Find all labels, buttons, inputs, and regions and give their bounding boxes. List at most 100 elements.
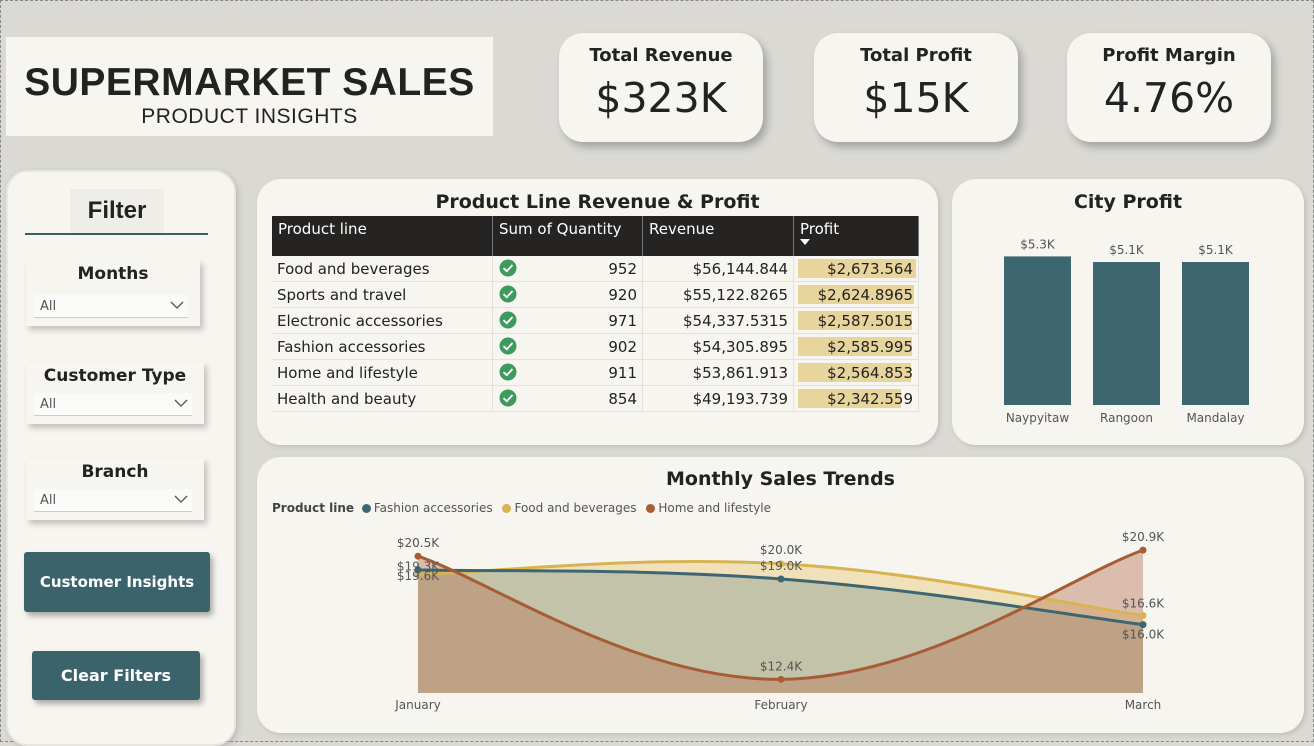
cell-profit: $2,585.995 xyxy=(793,333,919,360)
slicer-label: Branch xyxy=(81,462,149,482)
table-row[interactable]: Sports and travel 920 $55,122.8265 $2,624.8… xyxy=(272,281,919,308)
data-label: $5.3K xyxy=(1020,237,1056,251)
data-label: $5.1K xyxy=(1109,243,1145,257)
category-label: Naypyitaw xyxy=(1006,411,1070,425)
data-point xyxy=(777,575,785,583)
data-label: $19.3K xyxy=(397,559,440,573)
data-label: $19.0K xyxy=(760,559,803,573)
cell-profit: $2,624.8965 xyxy=(793,281,919,308)
chevron-down-icon xyxy=(170,301,184,309)
slicer-label: Months xyxy=(77,264,149,284)
cell-quantity: 902 xyxy=(492,333,643,360)
table-title: Product Line Revenue & Profit xyxy=(435,191,760,213)
filter-title: Filter xyxy=(87,197,147,224)
quantity-value: 854 xyxy=(608,389,637,408)
kpi-card-total-revenue: Total Revenue $323K xyxy=(559,33,763,142)
profit-value: $2,673.564 xyxy=(827,259,913,278)
data-label: $5.1K xyxy=(1198,243,1234,257)
cell-product: Food and beverages xyxy=(272,256,493,282)
dropdown-value: All xyxy=(40,299,57,314)
dropdown-value: All xyxy=(40,493,57,508)
column-header-product[interactable]: Product line xyxy=(272,216,493,256)
cell-quantity: 952 xyxy=(492,256,643,282)
quantity-value: 971 xyxy=(608,311,637,330)
table-row[interactable]: Fashion accessories 902 $54,305.895 $2,585.… xyxy=(272,333,919,360)
kpi-value: 4.76% xyxy=(1103,74,1235,122)
customer-type-dropdown[interactable]: All xyxy=(34,393,192,416)
monthly-trends-card: Monthly Sales Trends Product line Fashio… xyxy=(257,457,1304,733)
cell-revenue: $56,144.844 xyxy=(642,256,794,282)
dropdown-value: All xyxy=(40,397,57,412)
check-icon xyxy=(499,259,517,277)
page-title: SUPERMARKET SALES xyxy=(24,61,475,104)
product-table-card: Product Line Revenue & Profit Product li… xyxy=(257,179,938,445)
data-point xyxy=(1139,546,1147,554)
table-row[interactable]: Electronic accessories 971 $54,337.5315 $2,… xyxy=(272,307,919,334)
cell-product: Home and lifestyle xyxy=(272,359,493,386)
cell-revenue: $53,861.913 xyxy=(642,359,794,386)
cell-product: Health and beauty xyxy=(272,385,493,412)
cell-revenue: $49,193.739 xyxy=(642,385,794,412)
profit-value: $2,342.559 xyxy=(827,389,913,408)
slicer-customer-type: Customer Type All xyxy=(26,362,204,424)
check-icon xyxy=(499,363,517,381)
clear-filters-button[interactable]: Clear Filters xyxy=(32,651,200,700)
column-header-quantity[interactable]: Sum of Quantity xyxy=(492,216,643,256)
column-header-profit-label: Profit xyxy=(800,220,840,238)
category-label: February xyxy=(754,698,807,712)
quantity-value: 911 xyxy=(608,363,637,382)
profit-value: $2,624.8965 xyxy=(817,285,913,304)
customer-insights-button[interactable]: Customer Insights xyxy=(24,552,210,612)
kpi-value: $15K xyxy=(863,74,969,122)
quantity-value: 920 xyxy=(608,285,637,304)
title-block: SUPERMARKET SALES PRODUCT INSIGHTS xyxy=(6,37,493,136)
slicer-months: Months All xyxy=(26,260,200,326)
category-label: Mandalay xyxy=(1186,411,1244,425)
filter-title-box: Filter xyxy=(70,189,164,233)
cell-quantity: 920 xyxy=(492,281,643,308)
column-header-revenue[interactable]: Revenue xyxy=(642,216,794,256)
kpi-label: Total Profit xyxy=(860,45,972,66)
profit-value: $2,564.853 xyxy=(827,363,913,382)
chevron-down-icon xyxy=(174,495,188,503)
branch-dropdown[interactable]: All xyxy=(34,489,192,512)
table-row[interactable]: Food and beverages 952 $56,144.844 $2,673.5… xyxy=(272,256,919,282)
cell-product: Sports and travel xyxy=(272,281,493,308)
cell-profit: $2,564.853 xyxy=(793,359,919,386)
data-point xyxy=(777,675,785,683)
cell-quantity: 911 xyxy=(492,359,643,386)
data-label: $16.0K xyxy=(1122,628,1165,642)
cell-profit: $2,342.559 xyxy=(793,385,919,412)
page-subtitle: PRODUCT INSIGHTS xyxy=(141,105,358,128)
data-label: $16.6K xyxy=(1122,596,1165,610)
table-row[interactable]: Health and beauty 854 $49,193.739 $2,342.55… xyxy=(272,385,919,412)
sort-descending-icon xyxy=(800,239,810,245)
city-profit-title: City Profit xyxy=(1073,191,1183,213)
cell-revenue: $54,337.5315 xyxy=(642,307,794,334)
quantity-value: 902 xyxy=(608,337,637,356)
city-profit-chart: $5.3K Naypyitaw $5.1K Rangoon $5.1K Mandalay xyxy=(1004,237,1249,425)
data-label: $20.0K xyxy=(760,543,803,557)
kpi-card-total-profit: Total Profit $15K xyxy=(814,33,1018,142)
kpi-card-profit-margin: Profit Margin 4.76% xyxy=(1067,33,1271,142)
bar-rangoon xyxy=(1093,262,1160,405)
filter-panel: Filter Months All Customer Type All Bran… xyxy=(6,170,236,746)
months-dropdown[interactable]: All xyxy=(34,295,188,318)
cell-profit: $2,673.564 xyxy=(793,256,919,282)
check-icon xyxy=(499,285,517,303)
table-body: Food and beverages 952 $56,144.844 $2,673.5… xyxy=(272,256,919,412)
data-label: $20.9K xyxy=(1122,530,1165,544)
profit-value: $2,587.5015 xyxy=(817,311,913,330)
kpi-label: Total Revenue xyxy=(589,45,733,66)
check-icon xyxy=(499,337,517,355)
category-label: March xyxy=(1125,698,1162,712)
table-row[interactable]: Home and lifestyle 911 $53,861.913 $2,564.8… xyxy=(272,359,919,386)
cell-product: Electronic accessories xyxy=(272,307,493,334)
kpi-value: $323K xyxy=(595,74,727,122)
column-header-profit[interactable]: Profit xyxy=(793,216,919,256)
kpi-label: Profit Margin xyxy=(1102,45,1236,66)
cell-quantity: 971 xyxy=(492,307,643,334)
slicer-label: Customer Type xyxy=(43,366,187,386)
bar-naypyitaw xyxy=(1004,256,1071,405)
check-icon xyxy=(499,389,517,407)
